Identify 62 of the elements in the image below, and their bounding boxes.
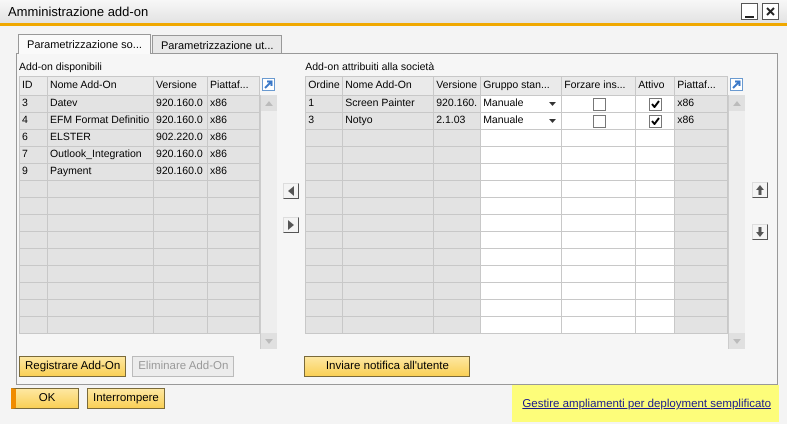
column-header[interactable]: Nome Add-On: [48, 76, 154, 96]
table-cell: ELSTER: [48, 130, 154, 146]
tab[interactable]: Parametrizzazione so...: [18, 34, 151, 54]
triangle-up-icon: [733, 100, 742, 106]
table-cell: Datev: [48, 96, 154, 112]
arrow-left-button[interactable]: [283, 183, 300, 199]
column-header[interactable]: Versione: [434, 76, 481, 96]
column-header[interactable]: Piattaf...: [208, 76, 260, 96]
table-cell: 4: [20, 112, 48, 130]
action-button[interactable]: Inviare notifica all'utente: [304, 356, 470, 377]
table-cell: 920.160.0: [154, 112, 208, 130]
dialog-button[interactable]: Interrompere: [87, 388, 165, 409]
close-button[interactable]: [762, 3, 779, 20]
dialog-button[interactable]: OK: [11, 388, 79, 409]
arrow-down-icon: [756, 227, 764, 237]
triangle-right-icon: [288, 220, 294, 230]
table-cell: 902.220.0: [154, 130, 208, 146]
expand-icon[interactable]: [262, 78, 275, 91]
table-cell: 7: [20, 146, 48, 164]
triangle-down-icon: [265, 338, 273, 344]
table-cell: 920.160.0: [154, 164, 208, 180]
column-header[interactable]: Gruppo stan...: [480, 76, 562, 96]
triangle-up-icon: [265, 100, 273, 106]
triangle-down-icon: [733, 338, 742, 344]
move-down-button[interactable]: [752, 224, 768, 240]
table-cell: 3: [20, 96, 48, 112]
force-checkbox[interactable]: [592, 114, 606, 128]
table-cell: 1: [306, 96, 343, 112]
table-cell: 9: [20, 164, 48, 180]
arrow-right-button[interactable]: [283, 217, 300, 233]
table-cell: Payment: [48, 164, 154, 180]
active-checkbox[interactable]: [649, 114, 662, 128]
table-cell: 6: [20, 130, 48, 146]
tab[interactable]: Parametrizzazione ut...: [152, 35, 282, 53]
section-title: Add-on attribuiti alla società: [305, 60, 436, 75]
table-cell: 920.160.0: [154, 146, 208, 164]
column-header[interactable]: Nome Add-On: [342, 76, 434, 96]
minimize-button[interactable]: [741, 3, 758, 20]
column-header[interactable]: Piattaf...: [674, 76, 728, 96]
caret-icon: [549, 102, 556, 106]
action-button[interactable]: Registrare Add-On: [19, 356, 126, 377]
expand-icon[interactable]: [730, 78, 744, 91]
section-title: Add-on disponibili: [19, 60, 103, 75]
table-cell: Notyo: [342, 112, 434, 130]
table-cell: 920.160.0: [154, 96, 208, 112]
table-cell: Screen Painter: [342, 96, 434, 112]
window-title: Amministrazione add-on: [8, 2, 148, 21]
column-header[interactable]: Ordine: [306, 76, 343, 96]
column-header[interactable]: Forzare ins...: [562, 76, 636, 96]
caret-icon: [549, 119, 556, 123]
active-checkbox[interactable]: [649, 98, 662, 110]
triangle-left-icon: [288, 186, 294, 196]
table-cell: 3: [306, 112, 343, 130]
close-icon: [766, 7, 775, 16]
column-header[interactable]: ID: [20, 76, 48, 96]
table-cell: EFM Format Definitio: [48, 112, 154, 130]
column-header[interactable]: Versione: [154, 76, 208, 96]
table-cell: Outlook_Integration: [48, 146, 154, 164]
arrow-up-icon: [756, 185, 764, 195]
force-checkbox[interactable]: [592, 98, 606, 110]
move-up-button[interactable]: [752, 182, 768, 198]
column-header[interactable]: Attivo: [636, 76, 675, 96]
